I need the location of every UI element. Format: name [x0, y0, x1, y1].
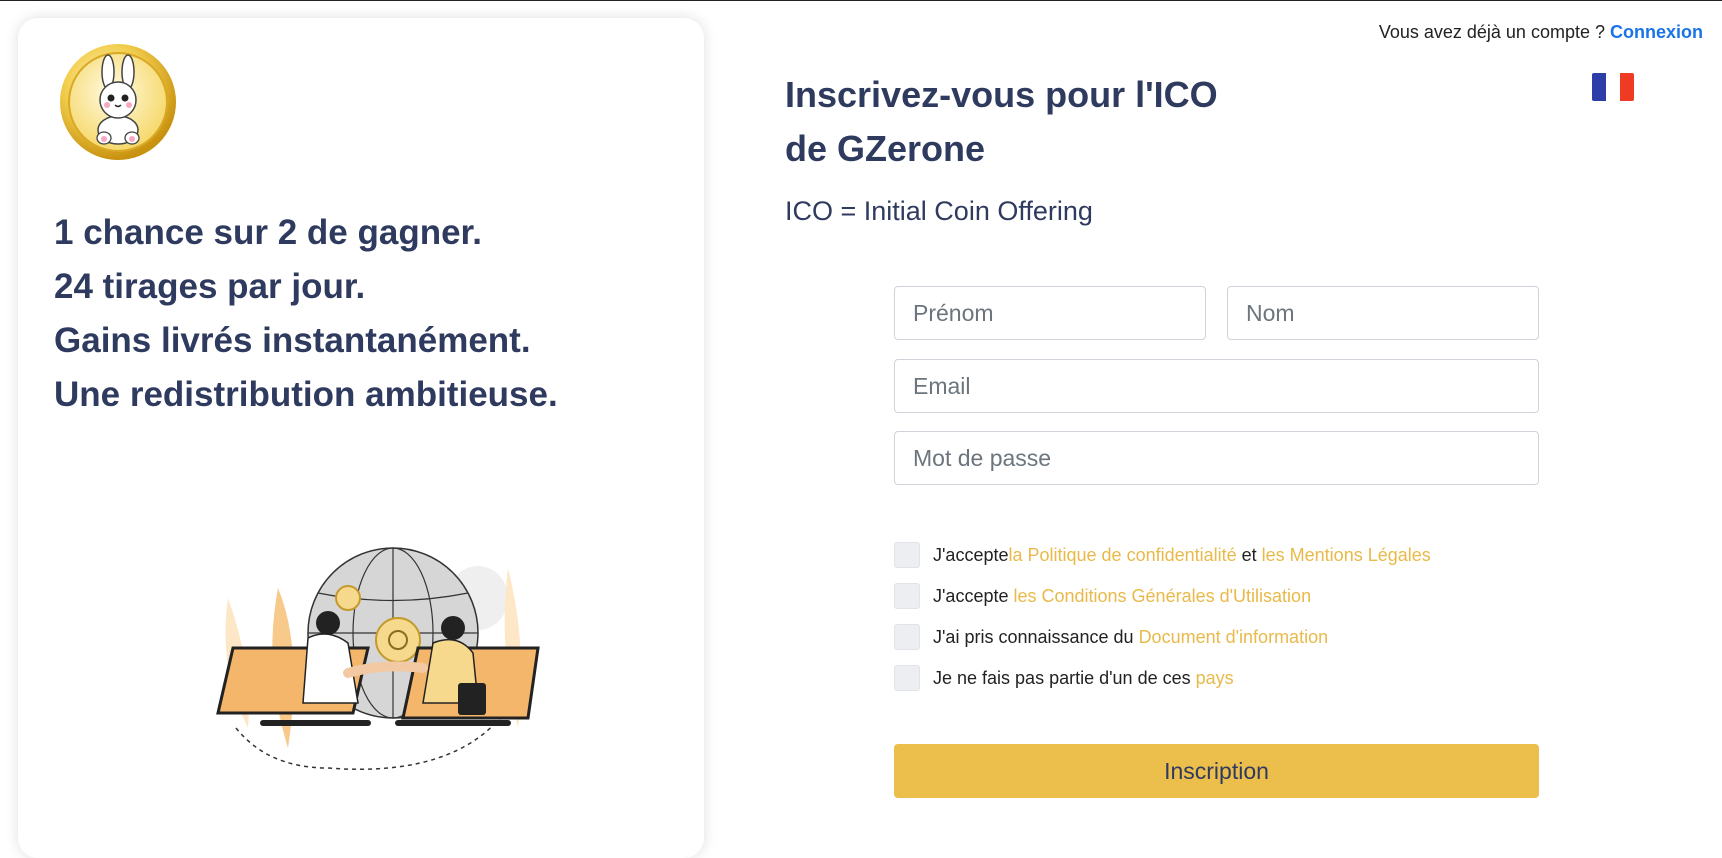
country-checkbox[interactable] — [894, 665, 920, 691]
consent-text: J'accepte — [933, 585, 1014, 606]
terms-link[interactable]: les Conditions Générales d'Utilisation — [1013, 586, 1311, 607]
french-flag-icon[interactable] — [1592, 73, 1634, 101]
tagline: Une redistribution ambitieuse. — [54, 375, 558, 414]
email-input[interactable] — [894, 359, 1539, 413]
globe-handshake-illustration-icon — [208, 528, 578, 788]
privacy-policy-link[interactable]: la Politique de confidentialité — [1008, 545, 1236, 566]
login-link[interactable]: Connexion — [1610, 22, 1703, 42]
tagline: Gains livrés instantanément. — [54, 321, 531, 360]
consent-text: J'ai pris connaissance du — [933, 626, 1139, 647]
last-name-input[interactable] — [1227, 286, 1539, 340]
flag-white-stripe — [1606, 73, 1620, 101]
flag-blue-stripe — [1592, 73, 1606, 101]
countries-link[interactable]: pays — [1196, 668, 1234, 689]
terms-consent-row: J'accepte les Conditions Générales d'Uti… — [894, 583, 1311, 609]
consent-text: J'accepte — [933, 544, 1009, 565]
page-subtitle: ICO = Initial Coin Offering — [785, 196, 1093, 226]
privacy-checkbox[interactable] — [894, 542, 920, 568]
page-title: Inscrivez-vous pour l'ICO de GZerone — [785, 74, 1218, 169]
legal-notice-link[interactable]: les Mentions Légales — [1262, 545, 1431, 566]
login-prompt-text: Vous avez déjà un compte ? — [1378, 22, 1605, 42]
country-consent-row: Je ne fais pas partie d'un de ces pays — [894, 665, 1234, 691]
consent-text: et — [1236, 544, 1262, 565]
password-input[interactable] — [894, 431, 1539, 485]
inscription-button[interactable]: Inscription — [894, 744, 1539, 798]
first-name-input[interactable] — [894, 286, 1206, 340]
document-consent-row: J'ai pris connaissance du Document d'inf… — [894, 624, 1328, 650]
terms-checkbox[interactable] — [894, 583, 920, 609]
bunny-coin-logo-icon — [58, 42, 178, 162]
promo-card: 1 chance sur 2 de gagner. 24 tirages par… — [18, 18, 704, 858]
consent-text: Je ne fais pas partie d'un de ces — [933, 667, 1196, 688]
flag-red-stripe — [1620, 73, 1634, 101]
privacy-consent-row: J'accepte la Politique de confidentialit… — [894, 542, 1431, 568]
tagline: 1 chance sur 2 de gagner. — [54, 213, 482, 252]
information-document-link[interactable]: Document d'information — [1139, 627, 1329, 648]
document-checkbox[interactable] — [894, 624, 920, 650]
tagline-list: 1 chance sur 2 de gagner. 24 tirages par… — [54, 206, 558, 422]
login-prompt: Vous avez déjà un compte ? Connexion — [1379, 22, 1703, 43]
tagline: 24 tirages par jour. — [54, 267, 366, 306]
top-border — [0, 0, 1722, 1]
